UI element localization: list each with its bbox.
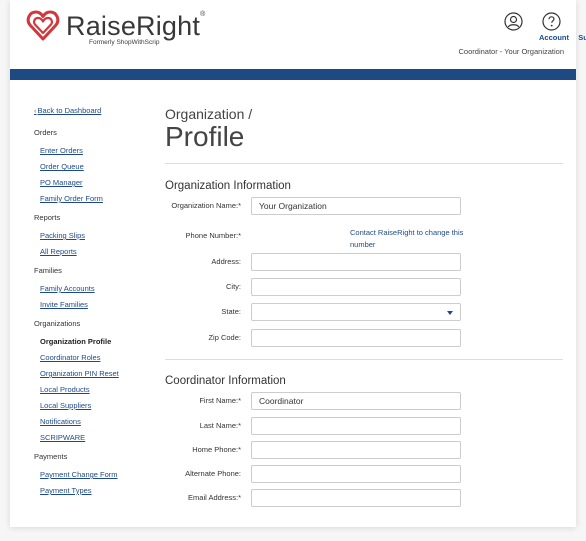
sidebar-nav: ‹Back to Dashboard Orders Enter Orders O… bbox=[34, 106, 154, 502]
state-select[interactable] bbox=[251, 303, 461, 321]
sidebar-item-notifications[interactable]: Notifications bbox=[40, 417, 154, 426]
sidebar-item-invite-families[interactable]: Invite Families bbox=[40, 300, 154, 309]
sidebar-item-coordinator-roles[interactable]: Coordinator Roles bbox=[40, 353, 154, 362]
divider bbox=[165, 163, 563, 164]
zip-label: Zip Code: bbox=[208, 333, 241, 342]
chevron-left-icon: ‹ bbox=[34, 106, 37, 115]
alternate-phone-label: Alternate Phone: bbox=[185, 469, 241, 478]
sidebar-section-families: Families bbox=[34, 266, 62, 275]
zip-field[interactable] bbox=[251, 329, 461, 347]
sidebar-item-po-manager[interactable]: PO Manager bbox=[40, 178, 154, 187]
sidebar-item-scripware[interactable]: SCRIPWARE bbox=[40, 433, 154, 442]
sidebar-section-payments: Payments bbox=[34, 452, 68, 461]
page-title: Profile bbox=[165, 121, 245, 152]
home-phone-label: Home Phone:* bbox=[192, 445, 241, 454]
chevron-down-icon bbox=[447, 311, 453, 315]
sidebar-section-organizations: Organizations bbox=[34, 319, 81, 328]
help-icon bbox=[541, 12, 561, 31]
brand-subtitle: Formerly ShopWithScrip bbox=[89, 39, 160, 46]
sidebar-section-orders: Orders bbox=[34, 128, 57, 137]
brand-name: RaiseRight bbox=[66, 11, 201, 41]
support-label: Support bbox=[578, 33, 586, 42]
account-link[interactable]: Account bbox=[493, 12, 569, 42]
city-field[interactable] bbox=[251, 278, 461, 296]
sidebar-section-reports: Reports bbox=[34, 213, 61, 222]
account-icon bbox=[503, 12, 523, 31]
sidebar-item-organization-pin-reset[interactable]: Organization PIN Reset bbox=[40, 369, 154, 378]
home-phone-field[interactable] bbox=[251, 441, 461, 459]
heart-logo-icon bbox=[26, 10, 60, 41]
phone-label: Phone Number:* bbox=[185, 231, 241, 240]
coordinator-info-heading: Coordinator Information bbox=[165, 375, 286, 387]
header-bar bbox=[10, 69, 576, 80]
back-to-dashboard-link[interactable]: ‹Back to Dashboard bbox=[34, 106, 154, 115]
city-label: City: bbox=[226, 282, 241, 291]
sidebar-item-all-reports[interactable]: All Reports bbox=[40, 247, 154, 256]
divider bbox=[165, 359, 563, 360]
email-field[interactable] bbox=[251, 489, 461, 507]
sidebar-item-payment-change-form[interactable]: Payment Change Form bbox=[40, 470, 154, 479]
state-label: State: bbox=[221, 307, 241, 316]
first-name-label: First Name:* bbox=[199, 396, 241, 405]
support-link[interactable]: Support bbox=[531, 12, 586, 42]
brand-trademark: ® bbox=[200, 11, 206, 18]
sidebar-item-payment-types[interactable]: Payment Types bbox=[40, 486, 154, 495]
last-name-field[interactable] bbox=[251, 417, 461, 435]
first-name-field[interactable]: Coordinator bbox=[251, 392, 461, 410]
sidebar-item-family-order-form[interactable]: Family Order Form bbox=[40, 194, 154, 203]
address-label: Address: bbox=[211, 257, 241, 266]
sidebar-item-local-products[interactable]: Local Products bbox=[40, 385, 154, 394]
last-name-label: Last Name:* bbox=[199, 421, 241, 430]
sidebar-item-local-suppliers[interactable]: Local Suppliers bbox=[40, 401, 154, 410]
sidebar-item-packing-slips[interactable]: Packing Slips bbox=[40, 231, 154, 240]
org-name-field[interactable]: Your Organization bbox=[251, 197, 461, 215]
main-content: Organization / Profile Organization Info… bbox=[165, 106, 563, 507]
sidebar-item-family-accounts[interactable]: Family Accounts bbox=[40, 284, 154, 293]
sidebar-item-order-queue[interactable]: Order Queue bbox=[40, 162, 154, 171]
contact-raiseright-link[interactable]: Contact RaiseRight to change this number bbox=[350, 227, 475, 251]
breadcrumb: Organization / bbox=[165, 106, 253, 122]
role-indicator: Coordinator - Your Organization bbox=[458, 47, 564, 56]
sidebar-item-organization-profile[interactable]: Organization Profile bbox=[40, 337, 154, 346]
address-field[interactable] bbox=[251, 253, 461, 271]
organization-info-heading: Organization Information bbox=[165, 180, 291, 192]
email-label: Email Address:* bbox=[188, 493, 241, 502]
alternate-phone-field[interactable] bbox=[251, 465, 461, 483]
sidebar-item-enter-orders[interactable]: Enter Orders bbox=[40, 146, 154, 155]
org-name-label: Organization Name:* bbox=[171, 201, 241, 210]
page-card: RaiseRight® Formerly ShopWithScrip Accou… bbox=[10, 0, 586, 527]
